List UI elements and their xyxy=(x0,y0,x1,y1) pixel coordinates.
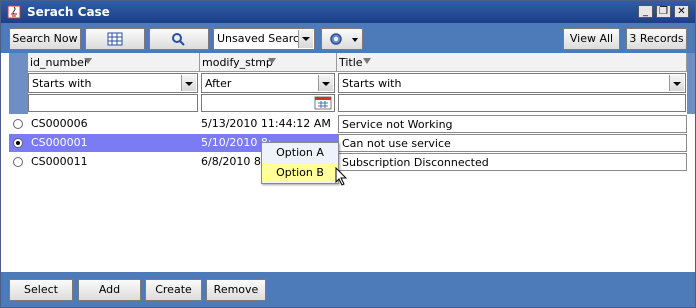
title-filter-operator[interactable]: Starts with xyxy=(338,73,686,93)
chevron-down-icon[interactable] xyxy=(669,75,684,91)
grid-row-header xyxy=(9,53,28,114)
id-number-filter-input[interactable] xyxy=(28,94,198,112)
sort-icon[interactable] xyxy=(363,58,371,64)
column-header-id-number[interactable]: id_number xyxy=(28,53,200,72)
column-label: Title xyxy=(339,56,363,69)
context-menu: Option A Option B xyxy=(261,142,339,184)
column-label: id_number xyxy=(30,56,89,69)
context-menu-option-b[interactable]: Option B xyxy=(262,163,338,182)
chevron-down-icon[interactable] xyxy=(318,75,333,91)
saved-search-value: Unsaved Search xyxy=(217,32,307,45)
toolbar: Search Now Unsaved Search View All 3 Rec… xyxy=(1,23,695,53)
mouse-cursor-icon xyxy=(335,167,348,186)
title-filter-input[interactable] xyxy=(338,94,686,112)
restore-icon[interactable]: ❐ xyxy=(656,5,671,18)
grid-columns-icon xyxy=(107,32,123,46)
id-number-filter-operator[interactable]: Starts with xyxy=(28,73,198,93)
view-all-button[interactable]: View All xyxy=(563,28,620,50)
window-title: Serach Case xyxy=(27,5,110,19)
search-case-window: Serach Case _ ❐ ✕ Search Now Unsaved Sea… xyxy=(0,0,696,308)
modify-stmp-cell: 5/13/2010 11:44:12 AM xyxy=(201,117,331,130)
column-header-title[interactable]: Title xyxy=(337,53,687,72)
search-now-button[interactable]: Search Now xyxy=(9,28,81,50)
id-number-cell: CS000006 xyxy=(31,117,88,130)
title-cell[interactable]: Subscription Disconnected xyxy=(338,153,687,171)
calendar-icon[interactable] xyxy=(314,96,332,110)
settings-button[interactable] xyxy=(321,28,363,50)
close-icon[interactable]: ✕ xyxy=(674,5,689,18)
select-button[interactable]: Select xyxy=(9,279,73,301)
modify-stmp-filter-input[interactable] xyxy=(201,94,335,112)
title-cell-text: Can not use service xyxy=(342,137,451,150)
title-cell-text: Subscription Disconnected xyxy=(342,156,489,169)
saved-search-select[interactable]: Unsaved Search xyxy=(213,28,315,50)
row-radio[interactable] xyxy=(13,157,23,167)
row-radio[interactable] xyxy=(13,138,23,148)
filter-operator-value: After xyxy=(205,77,232,90)
context-menu-option-a[interactable]: Option A xyxy=(262,143,338,162)
filter-operator-value: Starts with xyxy=(32,77,92,90)
chevron-down-icon[interactable] xyxy=(298,30,313,48)
modify-stmp-filter-operator[interactable]: After xyxy=(201,73,335,93)
column-label: modify_stmp xyxy=(202,56,273,69)
title-cell[interactable]: Service not Working xyxy=(338,115,687,133)
table-row[interactable]: CS000006 5/13/2010 11:44:12 AM Service n… xyxy=(9,115,687,133)
row-radio[interactable] xyxy=(13,119,23,129)
title-cell-text: Service not Working xyxy=(342,118,453,131)
chevron-down-icon[interactable] xyxy=(181,75,196,91)
columns-button[interactable] xyxy=(85,28,145,50)
bottom-action-bar: Select Add Create Remove xyxy=(1,272,695,307)
add-button[interactable]: Add xyxy=(78,279,141,301)
id-number-cell: CS000001 xyxy=(31,136,88,149)
remove-button[interactable]: Remove xyxy=(206,279,266,301)
id-number-cell: CS000011 xyxy=(31,155,88,168)
title-cell[interactable]: Can not use service xyxy=(338,134,687,152)
java-app-icon xyxy=(7,5,21,19)
search-button[interactable] xyxy=(149,28,209,50)
magnifier-icon xyxy=(172,33,185,46)
sort-icon[interactable] xyxy=(84,58,92,64)
records-count-button[interactable]: 3 Records xyxy=(626,28,687,50)
minimize-icon[interactable]: _ xyxy=(638,5,653,18)
title-bar: Serach Case _ ❐ ✕ xyxy=(1,1,695,23)
settings-dropdown-icon[interactable] xyxy=(352,38,358,42)
sort-icon[interactable] xyxy=(268,58,276,64)
create-button[interactable]: Create xyxy=(145,279,202,301)
grid-header-filler xyxy=(687,53,695,114)
gear-icon xyxy=(330,33,342,45)
table-row[interactable]: CS000001 5/10/2010 8: Can not use servic… xyxy=(9,134,687,152)
column-header-modify-stmp[interactable]: modify_stmp xyxy=(200,53,337,72)
filter-operator-value: Starts with xyxy=(342,77,402,90)
